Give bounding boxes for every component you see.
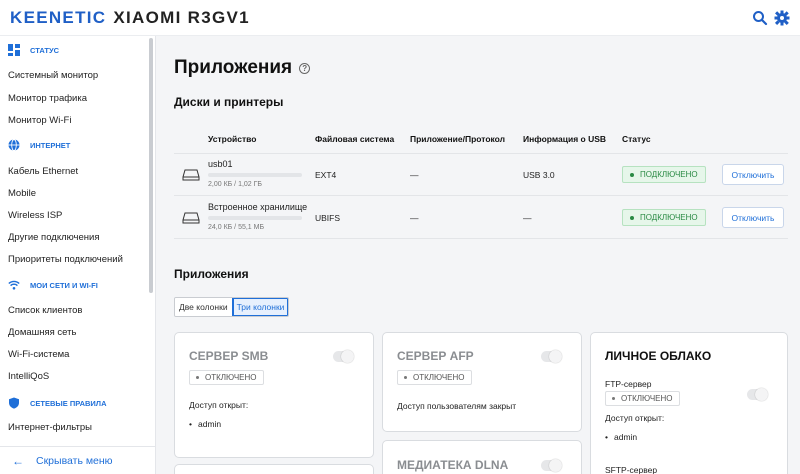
- smb-card-title: СЕРВЕР SMB: [189, 349, 269, 363]
- column-protocol: Приложение/Протокол: [410, 134, 506, 144]
- disk-icon: [182, 169, 200, 181]
- smb-access-label: Доступ открыт:: [189, 400, 249, 410]
- usage-bar: [208, 173, 302, 177]
- shield-icon: [8, 397, 20, 409]
- hide-menu-button[interactable]: ← Скрывать меню: [0, 446, 155, 474]
- wifi-icon: [8, 279, 20, 291]
- filesystem-value: EXT4: [315, 170, 337, 180]
- sidebar-item-system-monitor[interactable]: Системный монитор: [8, 70, 98, 81]
- usb-info-value: —: [523, 213, 532, 223]
- layout-toggle: Две колонки Три колонки: [174, 297, 290, 317]
- status-badge: ОТКЛЮЧЕНО: [189, 370, 264, 385]
- smb-server-card[interactable]: СЕРВЕР SMB ОТКЛЮЧЕНО Доступ открыт: • adm…: [174, 332, 374, 458]
- section-internet-title: ИНТЕРНЕТ: [30, 140, 71, 150]
- afp-toggle-switch[interactable]: [541, 350, 562, 363]
- search-icon[interactable]: [752, 10, 768, 26]
- status-badge: ОТКЛЮЧЕНО: [397, 370, 472, 385]
- status-badge: ПОДКЛЮЧЕНО: [622, 166, 706, 183]
- ftp-server-label: FTP-сервер: [605, 379, 652, 389]
- dlna-card[interactable]: МЕДИАТЕКА DLNA: [382, 440, 582, 474]
- sidebar-item-internet-filters[interactable]: Интернет-фильтры: [8, 422, 92, 433]
- sidebar-item-wireless-isp[interactable]: Wireless ISP: [8, 210, 62, 221]
- three-columns-option[interactable]: Три колонки: [231, 298, 289, 316]
- table-row: usb01 2,00 КБ / 1,02 ГБ EXT4 — USB 3.0 П…: [174, 154, 788, 196]
- sftp-server-label: SFTP-сервер: [605, 465, 658, 474]
- sidebar-item-connection-priorities[interactable]: Приоритеты подключений: [8, 254, 123, 265]
- top-bar: KEENETIC XIAOMI R3GV1: [0, 0, 800, 36]
- sidebar-item-wifi-monitor[interactable]: Монитор Wi-Fi: [8, 115, 71, 126]
- device-name: usb01: [208, 159, 233, 169]
- sidebar-item-intelliqos[interactable]: IntelliQoS: [8, 371, 49, 382]
- usage-bar: [208, 216, 302, 220]
- dlna-toggle-switch[interactable]: [541, 459, 562, 472]
- arrow-left-icon: ←: [12, 453, 24, 468]
- section-network-rules[interactable]: СЕТЕВЫЕ ПРАВИЛА: [8, 397, 106, 409]
- column-status: Статус: [622, 134, 651, 144]
- sidebar-item-other-connections[interactable]: Другие подключения: [8, 232, 99, 243]
- section-internet[interactable]: ИНТЕРНЕТ: [8, 139, 70, 151]
- section-network-rules-title: СЕТЕВЫЕ ПРАВИЛА: [30, 398, 107, 408]
- main-content: Приложения ? Диски и принтеры Устройство…: [156, 36, 800, 474]
- cloud-access-user: • admin: [605, 432, 638, 442]
- personal-cloud-card[interactable]: ЛИЧНОЕ ОБЛАКО FTP-сервер ОТКЛЮЧЕНО Досту…: [590, 332, 788, 474]
- section-networks-title: МОИ СЕТИ И WI-FI: [30, 280, 98, 290]
- gear-icon[interactable]: [774, 10, 790, 26]
- globe-icon: [8, 139, 20, 151]
- disks-title: Диски и принтеры: [174, 95, 284, 109]
- status-badge: ПОДКЛЮЧЕНО: [622, 209, 706, 226]
- sidebar-item-mobile[interactable]: Mobile: [8, 188, 36, 199]
- brand-name: KEENETIC: [10, 8, 107, 27]
- cloud-access-label: Доступ открыт:: [605, 413, 665, 423]
- sidebar-item-home-network[interactable]: Домашняя сеть: [8, 327, 76, 338]
- section-networks[interactable]: МОИ СЕТИ И WI-FI: [8, 279, 98, 291]
- two-columns-option[interactable]: Две колонки: [175, 298, 232, 316]
- protocol-value: —: [410, 213, 419, 223]
- hide-menu-label: Скрывать меню: [36, 454, 113, 467]
- page-title-text: Приложения: [174, 57, 293, 78]
- smb-access-user: • admin: [189, 419, 222, 429]
- disconnect-button[interactable]: Отключить: [722, 164, 784, 185]
- sidebar-item-client-list[interactable]: Список клиентов: [8, 305, 82, 316]
- device-size: 2,00 КБ / 1,02 ГБ: [208, 181, 263, 188]
- table-row: Встроенное хранилище 24,0 КБ / 55,1 МБ U…: [174, 197, 788, 239]
- sidebar-scrollbar[interactable]: [149, 38, 153, 293]
- sidebar-item-ethernet[interactable]: Кабель Ethernet: [8, 166, 78, 177]
- section-status-title: СТАТУС: [30, 45, 60, 55]
- cloud-card-title: ЛИЧНОЕ ОБЛАКО: [605, 349, 712, 363]
- dlna-card-title: МЕДИАТЕКА DLNA: [397, 458, 509, 472]
- ftp-toggle-switch[interactable]: [747, 388, 768, 401]
- disconnect-button[interactable]: Отключить: [722, 207, 784, 228]
- apps-title: Приложения: [174, 267, 249, 281]
- disk-icon: [182, 212, 200, 224]
- protocol-value: —: [410, 170, 419, 180]
- section-status[interactable]: СТАТУС: [8, 44, 59, 56]
- device-model: XIAOMI R3GV1: [113, 8, 250, 27]
- disks-table-header: Устройство Файловая система Приложение/П…: [174, 124, 788, 154]
- dashboard-icon: [8, 44, 20, 56]
- afp-server-card[interactable]: СЕРВЕР AFP ОТКЛЮЧЕНО Доступ пользователя…: [382, 332, 582, 432]
- page-title: Приложения ?: [174, 57, 311, 79]
- sidebar-item-wifi-system[interactable]: Wi-Fi-система: [8, 349, 69, 360]
- help-icon[interactable]: ?: [299, 62, 311, 74]
- column-device: Устройство: [208, 134, 257, 144]
- afp-card-title: СЕРВЕР AFP: [397, 349, 474, 363]
- afp-access-text: Доступ пользователям закрыт: [397, 401, 517, 411]
- status-badge: ОТКЛЮЧЕНО: [605, 391, 680, 406]
- usb-info-value: USB 3.0: [523, 170, 555, 180]
- brand-logo[interactable]: KEENETIC XIAOMI R3GV1: [10, 8, 250, 28]
- column-filesystem: Файловая система: [315, 134, 395, 144]
- sidebar: СТАТУС Системный монитор Монитор трафика…: [0, 36, 156, 474]
- column-usb-info: Информация о USB: [523, 134, 607, 144]
- next-card[interactable]: [174, 464, 374, 474]
- device-size: 24,0 КБ / 55,1 МБ: [208, 224, 265, 231]
- sidebar-item-traffic-monitor[interactable]: Монитор трафика: [8, 93, 87, 104]
- filesystem-value: UBIFS: [315, 213, 341, 223]
- device-name: Встроенное хранилище: [208, 202, 308, 212]
- smb-toggle-switch[interactable]: [333, 350, 354, 363]
